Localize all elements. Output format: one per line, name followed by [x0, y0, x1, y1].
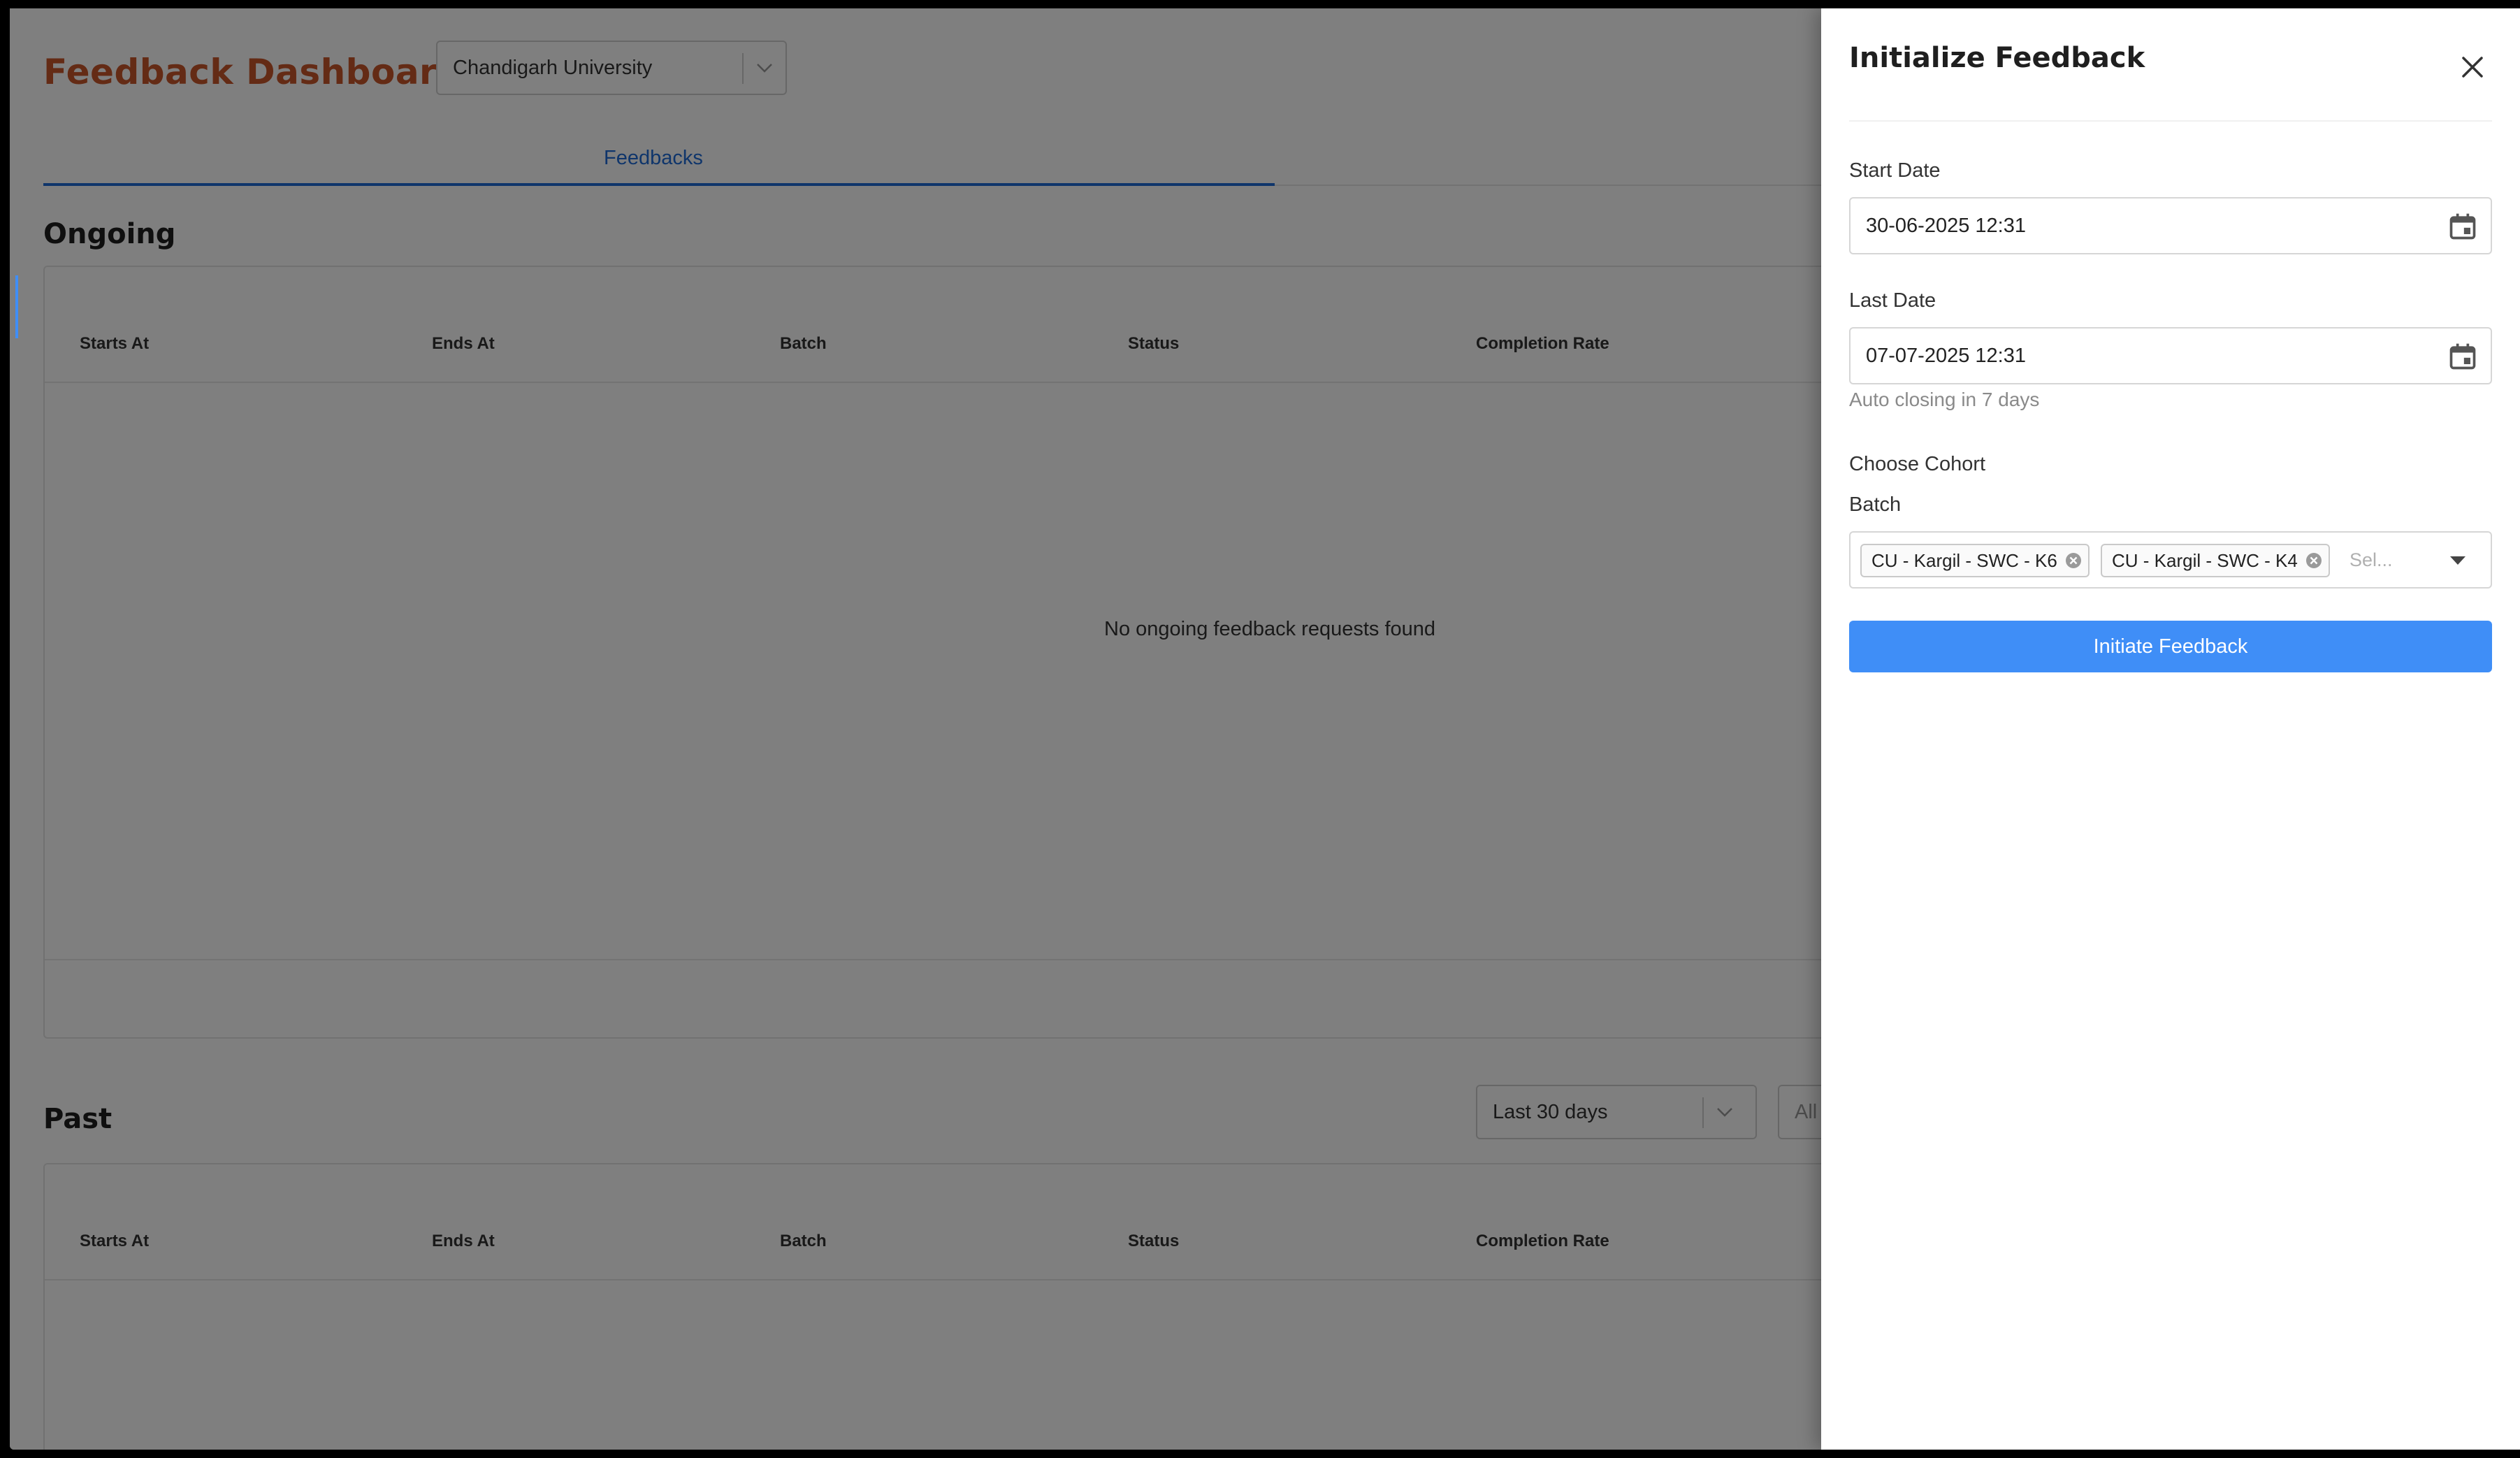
- drawer-title: Initialize Feedback: [1849, 42, 2145, 74]
- batch-chip: CU - Kargil - SWC - K6: [1860, 544, 2090, 577]
- calendar-icon[interactable]: [2447, 341, 2478, 372]
- batch-chip: CU - Kargil - SWC - K4: [2101, 544, 2330, 577]
- start-date-field[interactable]: 30-06-2025 12:31: [1849, 197, 2492, 254]
- last-date-field[interactable]: 07-07-2025 12:31: [1849, 327, 2492, 384]
- calendar-icon[interactable]: [2447, 211, 2478, 242]
- remove-chip-icon[interactable]: [2305, 551, 2323, 570]
- initiate-feedback-button[interactable]: Initiate Feedback: [1849, 621, 2492, 672]
- batch-chip-label: CU - Kargil - SWC - K4: [2112, 549, 2298, 571]
- choose-cohort-heading: Choose Cohort: [1849, 453, 1986, 475]
- caret-down-icon[interactable]: [2446, 551, 2470, 570]
- remove-chip-icon[interactable]: [2064, 551, 2083, 570]
- app-window: Feedback Dashboard Chandigarh University…: [10, 8, 2520, 1450]
- drawer-header-divider: [1849, 120, 2492, 122]
- batch-multiselect[interactable]: CU - Kargil - SWC - K6 CU - Kargil - SWC…: [1849, 531, 2492, 589]
- last-date-value: 07-07-2025 12:31: [1866, 345, 2026, 367]
- last-date-label: Last Date: [1849, 289, 1936, 312]
- batch-chip-label: CU - Kargil - SWC - K6: [1871, 549, 2057, 571]
- focus-accent: [15, 275, 18, 338]
- initialize-feedback-drawer: Initialize Feedback Start Date 30-06-202…: [1821, 8, 2520, 1450]
- auto-close-hint: Auto closing in 7 days: [1849, 389, 2040, 410]
- start-date-value: 30-06-2025 12:31: [1866, 215, 2026, 237]
- batch-label: Batch: [1849, 493, 1902, 516]
- close-icon[interactable]: [2454, 49, 2491, 85]
- start-date-label: Start Date: [1849, 159, 1941, 182]
- batch-search-placeholder[interactable]: Sel...: [2349, 533, 2393, 587]
